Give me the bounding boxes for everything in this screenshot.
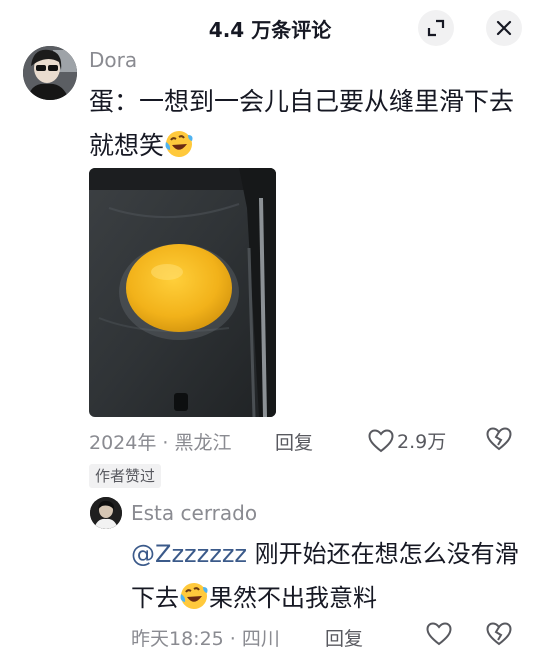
close-button[interactable] — [486, 10, 522, 46]
heart-icon — [368, 428, 394, 452]
reply-date-location: 昨天18:25 · 四川 — [131, 628, 280, 650]
expand-button[interactable] — [418, 10, 454, 46]
avatar[interactable] — [23, 46, 77, 100]
laughing-crying-emoji-icon — [165, 131, 193, 157]
comments-header: 4.4 万条评论 — [0, 0, 540, 58]
comment-text: 蛋：一想到一会儿自己要从缝里滑下去就想笑 — [89, 80, 519, 168]
avatar-photo-icon — [23, 46, 77, 100]
author-liked-badge: 作者赞过 — [89, 464, 162, 488]
broken-heart-icon — [486, 427, 512, 451]
reply-avatar-photo-icon — [90, 497, 122, 529]
mention-link[interactable]: @Zzzzzzz — [131, 540, 247, 568]
comment-count-title: 4.4 万条评论 — [208, 18, 332, 42]
reply-dislike-button[interactable] — [486, 622, 512, 650]
reply-username[interactable]: Esta cerrado — [131, 501, 257, 525]
laughing-crying-emoji-icon — [180, 583, 208, 609]
comment-username[interactable]: Dora — [89, 48, 137, 72]
reply-reply-button[interactable]: 回复 — [325, 624, 363, 651]
reply-text: @Zzzzzzz 刚开始还在想怎么没有滑下去 果然不出我意料 — [131, 532, 526, 620]
comment-like-button[interactable]: 2.9万 — [368, 427, 446, 454]
expand-icon — [427, 19, 445, 37]
comment-like-count: 2.9万 — [397, 431, 447, 453]
reply-avatar[interactable] — [90, 497, 122, 529]
reply-like-button[interactable] — [426, 622, 452, 646]
comment-date-location: 2024年 · 黑龙江 — [89, 432, 232, 454]
reply-body-part2: 果然不出我意料 — [209, 584, 377, 612]
comment-photo[interactable] — [89, 168, 276, 417]
egg-in-pan-image — [89, 168, 276, 417]
close-icon — [496, 20, 512, 36]
heart-icon — [426, 622, 452, 646]
comment-reply-button[interactable]: 回复 — [275, 428, 313, 455]
comment-dislike-button[interactable] — [486, 427, 512, 455]
broken-heart-icon — [486, 622, 512, 646]
comment-body: 蛋：一想到一会儿自己要从缝里滑下去就想笑 — [89, 87, 515, 160]
